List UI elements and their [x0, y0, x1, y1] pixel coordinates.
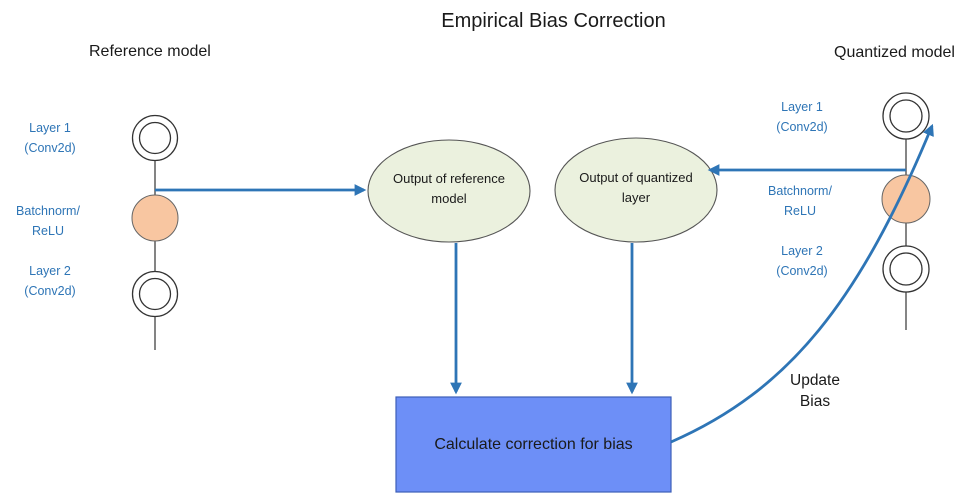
quant-layer2-label-line2: (Conv2d): [776, 264, 828, 278]
quant-layer2-node: [882, 245, 930, 293]
ref-layer2-label: Layer 2 (Conv2d): [10, 261, 90, 301]
ref-batchnorm-label: Batchnorm/ ReLU: [3, 201, 93, 241]
ref-layer1-label: Layer 1 (Conv2d): [10, 118, 90, 158]
update-bias-label-line1: Update: [790, 372, 840, 389]
ref-batchnorm-label-line2: ReLU: [32, 224, 64, 238]
bias-correction-diagram: Empirical Bias Correction Reference mode…: [0, 0, 979, 502]
output-quantized-text: Output of quantized layer: [556, 168, 716, 208]
ref-batchnorm-node: [131, 194, 179, 242]
ref-batchnorm-label-line1: Batchnorm/: [16, 204, 80, 218]
output-reference-text-line2: model: [431, 191, 467, 206]
quant-layer1-label: Layer 1 (Conv2d): [762, 97, 842, 137]
quant-layer1-node: [882, 92, 930, 140]
output-quantized-text-line2: layer: [621, 190, 651, 205]
reference-model-label: Reference model: [89, 43, 211, 60]
quant-batchnorm-label: Batchnorm/ ReLU: [755, 181, 845, 221]
ref-layer1-node: [131, 114, 179, 162]
quant-layer2-label-line1: Layer 2: [781, 244, 823, 258]
ref-layer2-label-line2: (Conv2d): [24, 284, 76, 298]
diagram-title: Empirical Bias Correction: [441, 10, 666, 32]
update-bias-label: Update Bias: [775, 370, 855, 412]
ref-layer2-node: [131, 270, 179, 318]
quant-batchnorm-label-line2: ReLU: [784, 204, 816, 218]
quant-layer1-label-line2: (Conv2d): [776, 120, 828, 134]
output-quantized-text-line1: Output of quantized: [579, 170, 693, 185]
output-reference-text-line1: Output of reference: [392, 171, 505, 186]
update-bias-label-line2: Bias: [799, 393, 831, 410]
ref-layer1-label-line2: (Conv2d): [24, 141, 76, 155]
quant-layer1-label-line1: Layer 1: [781, 100, 823, 114]
quant-layer2-label: Layer 2 (Conv2d): [762, 241, 842, 281]
ref-layer2-label-line1: Layer 2: [29, 264, 71, 278]
quant-batchnorm-label-line1: Batchnorm/: [768, 184, 832, 198]
ref-layer1-label-line1: Layer 1: [29, 121, 71, 135]
calculate-correction-text: Calculate correction for bias: [434, 436, 633, 453]
output-reference-text: Output of reference model: [369, 169, 529, 209]
quantized-model-label: Quantized model: [834, 44, 955, 61]
